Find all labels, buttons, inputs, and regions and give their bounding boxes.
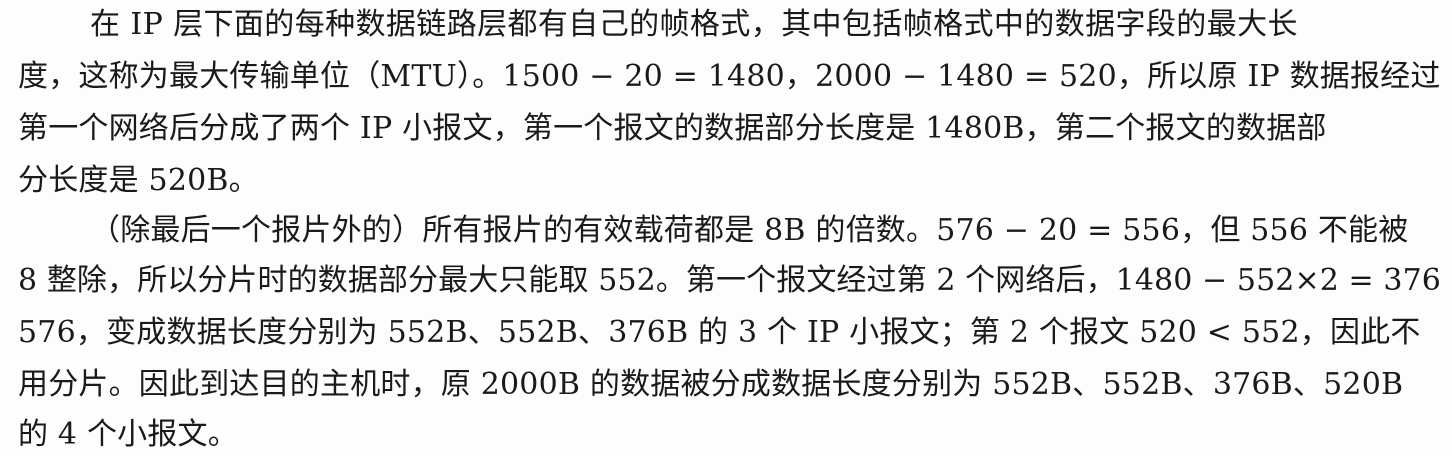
text-line: 的 4 个小报文。 [18,417,238,452]
text-line: 用分片。因此到达目的主机时，原 2000B 的数据被分成数据长度分别为 552B… [18,367,1404,402]
text-line: 576，变成数据长度分别为 552B、552B、376B 的 3 个 IP 小报… [18,315,1421,350]
text-line: 8 整除，所以分片时的数据部分最大只能取 552。第一个报文经过第 2 个网络后… [18,263,1451,298]
document-page: 在 IP 层下面的每种数据链路层都有自己的帧格式，其中包括帧格式中的数据字段的最… [0,0,1451,454]
text-line: 第一个网络后分成了两个 IP 小报文，第一个报文的数据部分长度是 1480B，第… [18,111,1327,146]
text-line: （除最后一个报片外的）所有报片的有效载荷都是 8B 的倍数。576 − 20 =… [90,213,1409,248]
text-line: 分长度是 520B。 [18,163,259,198]
text-line: 在 IP 层下面的每种数据链路层都有自己的帧格式，其中包括帧格式中的数据字段的最… [90,7,1298,42]
text-line: 度，这称为最大传输单位（MTU）。1500 − 20 = 1480，2000 −… [18,59,1441,94]
